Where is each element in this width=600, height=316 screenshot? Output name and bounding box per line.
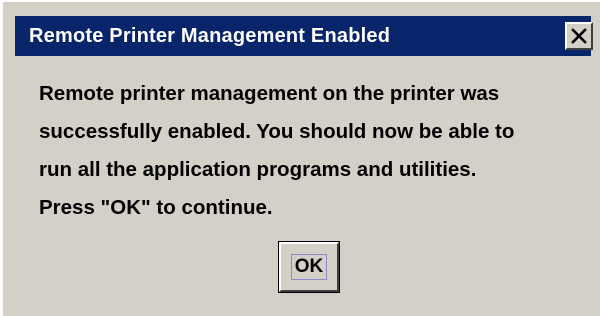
dialog-title: Remote Printer Management Enabled	[29, 25, 391, 47]
dialog-message: Remote printer management on the printer…	[39, 75, 595, 227]
dialog-title-bar[interactable]: Remote Printer Management Enabled	[15, 16, 593, 56]
message-line: Remote printer management on the printer…	[39, 82, 500, 105]
message-line: successfully enabled. You should now be …	[39, 120, 515, 143]
close-button[interactable]	[565, 22, 593, 50]
close-icon	[571, 28, 587, 44]
message-line: Press "OK" to continue.	[39, 196, 273, 219]
ok-button-label: OK	[294, 256, 324, 277]
ok-button-default-frame: OK	[278, 241, 340, 293]
remote-printer-dialog: Remote Printer Management Enabled Remote…	[0, 0, 600, 316]
ok-button[interactable]: OK	[279, 242, 339, 292]
message-line: run all the application programs and uti…	[39, 158, 477, 181]
